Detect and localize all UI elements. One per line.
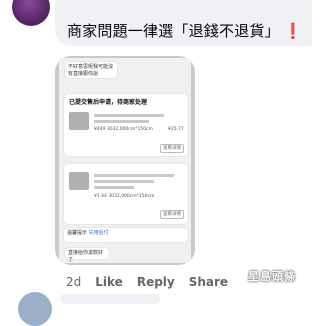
- text-line: [94, 114, 164, 117]
- notice-label: 温馨提示: [67, 230, 88, 236]
- notice-link[interactable]: 先用后付: [89, 230, 109, 236]
- text-line: [94, 180, 154, 183]
- watermark-logo: 星島頭條: [248, 270, 296, 283]
- chat-message-reply: 直接给你退款好了: [65, 248, 109, 263]
- view-details-button[interactable]: 查看详情: [160, 210, 184, 219]
- comment-timestamp[interactable]: 2d: [66, 275, 81, 289]
- reply-text: 直接给你退款好了: [68, 250, 104, 263]
- share-button[interactable]: Share: [189, 275, 228, 289]
- product-thumbnail: [69, 112, 89, 130]
- attached-screenshot[interactable]: 不好意思呢我可能沒有直接跟你說 已提交售后申请，待商家处理 ¥449 3032,…: [55, 56, 195, 265]
- like-button[interactable]: Like: [95, 275, 123, 289]
- exclamation-emoji: ❗: [283, 22, 303, 40]
- commenter-avatar[interactable]: [12, 0, 50, 26]
- next-comment-bubble: [60, 294, 160, 304]
- product-price: ¥25.77: [168, 127, 184, 132]
- text-line: [94, 174, 174, 177]
- notice-message: 温馨提示 先用后付: [64, 228, 188, 242]
- chat-panel: 不好意思呢我可能沒有直接跟你說 已提交售后申请，待商家处理 ¥449 3032,…: [59, 58, 191, 263]
- comment-actions: 2d Like Reply Share: [66, 275, 228, 289]
- next-commenter-avatar[interactable]: [18, 292, 52, 326]
- refund-card-2: ¥1.44 3032,000cm*150cm 查看详情: [64, 164, 188, 224]
- product-spec: ¥1.44 3032,000cm*150cm: [94, 194, 155, 199]
- comment-text: 商家問題一律選「退錢不退貨」 ❗: [67, 20, 303, 41]
- comment-bubble: 商家問題一律選「退錢不退貨」 ❗: [55, 0, 312, 46]
- text-line: [94, 186, 134, 189]
- text-line: [94, 120, 149, 123]
- refund-card-1: 已提交售后申请，待商家处理 ¥449 3032,000cm*150cm ¥25.…: [64, 94, 188, 156]
- chat-message-question: 不好意思呢我可能沒有直接跟你說: [65, 62, 117, 78]
- refund-card-header: 已提交售后申请，待商家处理: [69, 99, 148, 106]
- view-details-button[interactable]: 查看详情: [160, 144, 184, 153]
- comment-body: 商家問題一律選「退錢不退貨」: [67, 22, 280, 40]
- product-thumbnail: [69, 172, 89, 190]
- product-spec: ¥449 3032,000cm*150cm: [94, 127, 153, 132]
- reply-button[interactable]: Reply: [137, 275, 175, 289]
- question-text: 不好意思呢我可能沒有直接跟你說: [68, 64, 114, 77]
